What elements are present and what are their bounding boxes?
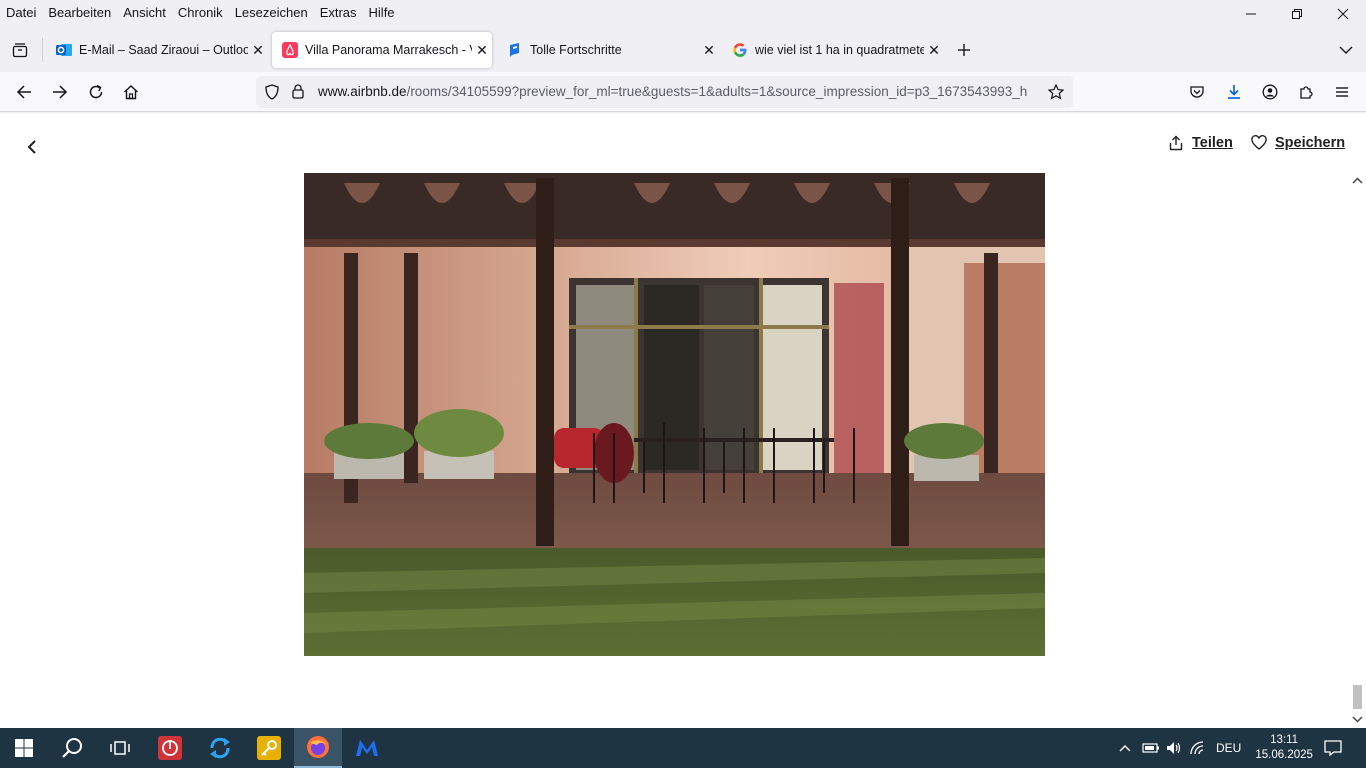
scroll-up-icon[interactable] [1349,175,1366,187]
reload-icon [89,84,103,99]
restore-button[interactable] [1274,0,1320,28]
taskbar-app-sync[interactable] [196,728,244,768]
power-app-icon [158,736,182,760]
puzzle-icon [1300,86,1313,99]
key-icon [257,736,281,760]
arrow-right-icon [53,85,68,99]
bookmark-star-icon[interactable] [1047,83,1065,105]
tab-close-icon[interactable]: ✕ [699,42,719,59]
forward-button[interactable] [46,78,74,106]
arrow-left-icon [16,85,31,99]
account-icon [1262,84,1278,100]
tab-tolle-fortschritte[interactable]: Tolle Fortschritte ✕ [497,32,719,68]
tab-close-icon[interactable]: ✕ [248,42,268,59]
tab-outlook[interactable]: E-Mail – Saad Ziraoui – Outlook ✕ [46,32,268,68]
downloads-button[interactable] [1220,78,1248,106]
list-all-tabs-button[interactable] [1332,36,1360,64]
pocket-button[interactable] [1183,78,1211,106]
task-view-button[interactable] [96,728,144,768]
heart-icon [1251,135,1267,150]
navigation-toolbar: www.airbnb.de/rooms/34105599?preview_for… [0,72,1366,112]
taskbar-firefox[interactable] [294,728,342,768]
input-language[interactable]: DEU [1216,741,1241,755]
download-icon [1228,85,1240,99]
google-icon [732,42,748,58]
share-button[interactable]: Teilen [1168,133,1233,153]
web-page: Teilen Speichern [0,113,1366,728]
battery-icon[interactable] [1142,742,1160,754]
menu-extras[interactable]: Extras [314,5,363,20]
start-button[interactable] [0,728,48,768]
tab-villa-panorama[interactable]: Villa Panorama Marrakesch - Vil ✕ [272,32,492,68]
minimize-icon [1246,13,1256,15]
chevron-left-icon [27,140,36,154]
sync-icon [210,737,230,759]
url-text[interactable]: www.airbnb.de/rooms/34105599?preview_for… [318,84,1038,99]
scroll-down-icon[interactable] [1349,713,1366,725]
plus-icon [958,44,970,56]
tab-google-search[interactable]: wie viel ist 1 ha in quadratmeter ✕ [722,32,944,68]
tab-bar: E-Mail – Saad Ziraoui – Outlook ✕ Villa … [0,28,1366,72]
url-bar[interactable]: www.airbnb.de/rooms/34105599?preview_for… [256,76,1073,108]
menu-bearbeiten[interactable]: Bearbeiten [42,5,117,20]
menu-bar: Datei Bearbeiten Ansicht Chronik Lesezei… [0,0,1366,24]
account-button[interactable] [1256,78,1284,106]
wifi-icon[interactable] [1190,741,1206,755]
chevron-down-icon [1339,46,1353,54]
menu-ansicht[interactable]: Ansicht [117,5,172,20]
firefox-icon [307,736,329,758]
taskbar-app-key[interactable] [245,728,293,768]
tab-close-icon[interactable]: ✕ [472,42,492,59]
minimize-button[interactable] [1228,0,1274,28]
clock[interactable]: 13:11 15.06.2025 [1255,733,1313,763]
share-icon [1169,135,1183,151]
task-view-icon [110,741,130,755]
back-to-listing-button[interactable] [18,133,46,161]
home-icon [124,85,138,100]
shield-icon[interactable] [264,84,280,105]
save-button[interactable]: Speichern [1251,133,1345,153]
listing-photo[interactable] [304,173,1045,656]
menu-datei[interactable]: Datei [0,5,42,20]
m-app-icon [356,740,378,756]
close-window-button[interactable] [1320,0,1366,28]
flag-icon [507,42,523,58]
chevron-up-icon[interactable] [1118,743,1132,753]
back-button[interactable] [10,78,38,106]
system-tray: DEU 13:11 15.06.2025 [1118,728,1313,768]
tab-overview-icon [12,43,28,58]
reload-button[interactable] [82,78,110,106]
lock-icon[interactable] [291,83,305,104]
outlook-icon [56,42,72,58]
volume-icon[interactable] [1166,741,1182,755]
menu-lesezeichen[interactable]: Lesezeichen [229,5,314,20]
app-menu-button[interactable] [1328,78,1356,106]
search-icon [62,738,82,758]
menu-chronik[interactable]: Chronik [172,5,229,20]
notification-icon [1324,740,1342,756]
airbnb-icon [282,42,298,58]
page-scrollbar[interactable] [1349,173,1366,728]
windows-logo-icon [15,739,33,757]
extensions-button[interactable] [1292,78,1320,106]
home-button[interactable] [117,78,145,106]
taskbar-app-red[interactable] [146,728,194,768]
tab-overview-button[interactable] [6,36,34,64]
tab-divider [42,38,43,62]
tab-close-icon[interactable]: ✕ [924,42,944,59]
villa-terrace-image [304,173,1045,656]
pocket-icon [1190,86,1204,98]
scrollbar-thumb[interactable] [1353,685,1362,709]
close-icon [1337,8,1349,20]
windows-taskbar: DEU 13:11 15.06.2025 [0,728,1366,768]
notifications-button[interactable] [1310,728,1356,768]
new-tab-button[interactable] [950,36,978,64]
hamburger-menu-icon [1336,87,1348,97]
menu-hilfe[interactable]: Hilfe [363,5,401,20]
taskbar-app-m[interactable] [343,728,391,768]
restore-icon [1292,9,1302,19]
search-button[interactable] [48,728,96,768]
